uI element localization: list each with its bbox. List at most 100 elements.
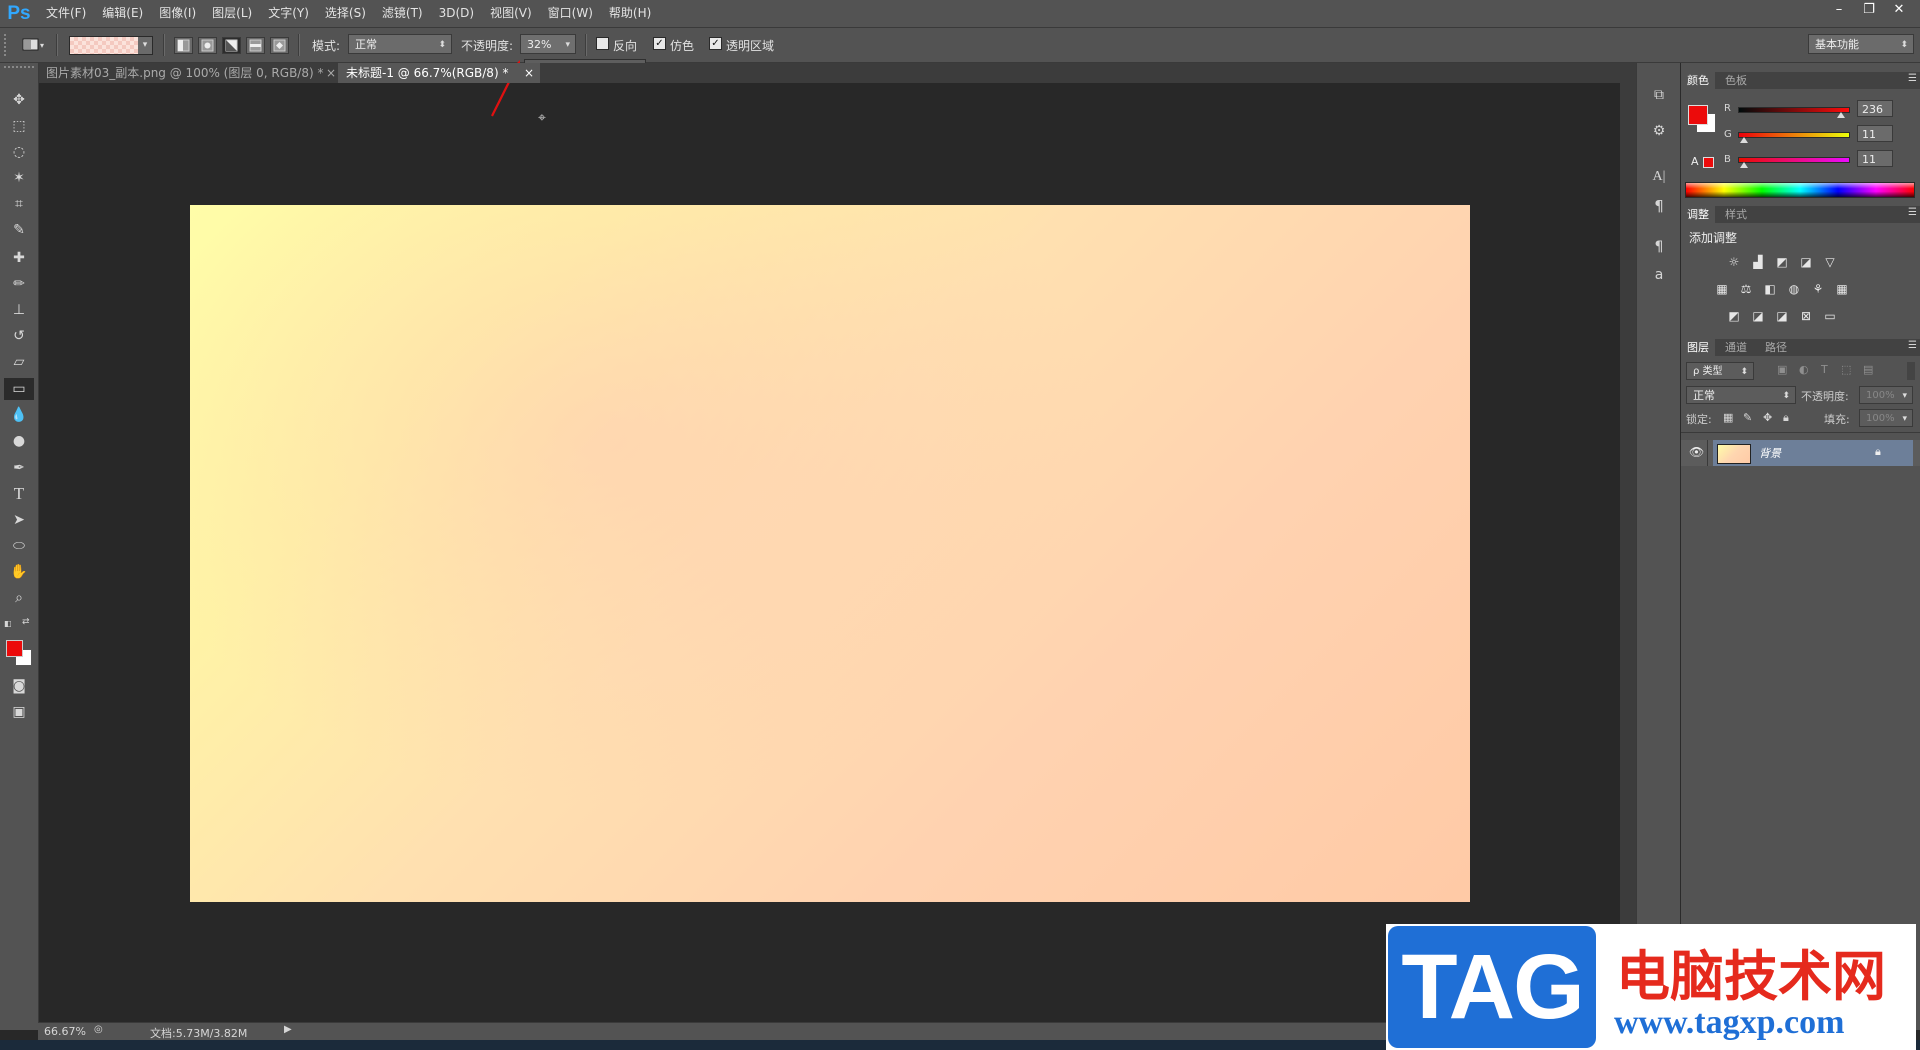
reflected-gradient-button[interactable] <box>246 37 265 54</box>
tab-adjustments[interactable]: 调整 <box>1681 206 1715 223</box>
type-tool-icon[interactable]: T <box>4 483 34 505</box>
channel-mixer-icon[interactable]: ⚘ <box>1810 282 1826 296</box>
tab-close-icon[interactable]: × <box>326 63 336 83</box>
panel-menu-icon[interactable]: ☰ <box>1908 207 1917 218</box>
tab-swatches[interactable]: 色板 <box>1719 72 1753 89</box>
hand-tool-icon[interactable]: ✋ <box>4 561 34 583</box>
filter-toggle[interactable] <box>1907 362 1915 380</box>
vibrance-icon[interactable]: ▽ <box>1822 255 1838 269</box>
menu-file[interactable]: 文件(F) <box>38 0 94 27</box>
hue-saturation-icon[interactable]: ▦ <box>1714 282 1730 296</box>
gradient-map-icon[interactable]: ▭ <box>1822 309 1838 323</box>
color-spectrum-bar[interactable] <box>1685 182 1915 198</box>
fill-input[interactable]: 100% ▾ <box>1859 409 1913 427</box>
quick-mask-icon[interactable]: ◙ <box>4 675 34 697</box>
photo-filter-icon[interactable]: ◍ <box>1786 282 1802 296</box>
blend-mode-dropdown[interactable]: 正常 ⬍ <box>1686 386 1796 404</box>
menu-filter[interactable]: 滤镜(T) <box>374 0 431 27</box>
tab-color[interactable]: 颜色 <box>1681 72 1715 89</box>
lock-image-icon[interactable]: ✎ <box>1743 411 1752 424</box>
posterize-icon[interactable]: ◪ <box>1750 309 1766 323</box>
character-style-icon[interactable]: a <box>1647 267 1671 287</box>
history-panel-icon[interactable]: ⧉ <box>1647 87 1671 107</box>
dodge-tool-icon[interactable]: ● <box>4 430 34 452</box>
layer-name[interactable]: 背景 <box>1759 445 1781 461</box>
zoom-tool-icon[interactable]: ⌕ <box>4 587 34 609</box>
blue-slider-thumb[interactable] <box>1739 162 1748 168</box>
ellipse-tool-icon[interactable]: ⬭ <box>4 535 34 557</box>
filter-type-icon[interactable]: T <box>1821 363 1828 376</box>
lock-all-icon[interactable]: 🔒︎ <box>1783 411 1789 425</box>
marquee-tool-icon[interactable]: ⬚ <box>4 115 34 137</box>
selective-color-icon[interactable]: ⊠ <box>1798 309 1814 323</box>
mode-dropdown[interactable]: 正常 ⬍ <box>348 34 452 54</box>
panel-menu-icon[interactable]: ☰ <box>1908 73 1917 84</box>
close-button[interactable]: ✕ <box>1884 0 1914 20</box>
reverse-checkbox[interactable] <box>596 37 609 50</box>
levels-icon[interactable]: ▟ <box>1750 255 1766 269</box>
tab-close-icon[interactable]: × <box>524 63 534 83</box>
foreground-color-swatch[interactable] <box>6 640 23 657</box>
transparency-checkbox[interactable]: ✓ <box>709 37 722 50</box>
magic-wand-tool-icon[interactable]: ✶ <box>4 167 34 189</box>
tab-styles[interactable]: 样式 <box>1719 206 1753 223</box>
lasso-tool-icon[interactable]: ◌ <box>4 141 34 163</box>
color-panel-foreground-swatch[interactable] <box>1688 105 1708 125</box>
move-tool-icon[interactable]: ✥ <box>4 89 34 111</box>
dither-checkbox[interactable]: ✓ <box>653 37 666 50</box>
gradient-tool-icon[interactable]: ▭ <box>4 378 34 400</box>
healing-brush-tool-icon[interactable]: ✚ <box>4 247 34 269</box>
blue-value[interactable]: 11 <box>1857 150 1893 167</box>
swap-colors-icon[interactable]: ⇄ <box>22 617 32 627</box>
path-selection-tool-icon[interactable]: ➤ <box>4 509 34 531</box>
green-value[interactable]: 11 <box>1857 125 1893 142</box>
properties-panel-icon[interactable]: ⚙ <box>1647 123 1671 143</box>
green-slider-thumb[interactable] <box>1739 137 1748 143</box>
stamp-tool-icon[interactable]: ⊥ <box>4 299 34 321</box>
menu-help[interactable]: 帮助(H) <box>601 0 659 27</box>
menu-edit[interactable]: 编辑(E) <box>94 0 151 27</box>
crop-tool-icon[interactable]: ⌗ <box>4 193 34 215</box>
play-icon[interactable]: ▶ <box>284 1024 292 1035</box>
filter-smart-object-icon[interactable]: ▤ <box>1863 363 1873 376</box>
color-balance-icon[interactable]: ⚖ <box>1738 282 1754 296</box>
tab-paths[interactable]: 路径 <box>1759 339 1793 356</box>
threshold-icon[interactable]: ◪ <box>1774 309 1790 323</box>
tab-document-1[interactable]: 图片素材03_副本.png @ 100% (图层 0, RGB/8) * × <box>38 63 343 83</box>
eye-icon[interactable]: 👁︎ <box>1689 445 1704 459</box>
paragraph-panel-icon[interactable]: ¶ <box>1647 197 1671 217</box>
tab-layers[interactable]: 图层 <box>1681 339 1715 356</box>
paragraph-style-icon[interactable]: ¶ <box>1647 239 1671 259</box>
filter-shape-icon[interactable]: ⬚ <box>1841 363 1851 376</box>
menu-3d[interactable]: 3D(D) <box>431 0 482 27</box>
tool-preset-picker[interactable]: ▾ <box>22 36 46 53</box>
black-white-icon[interactable]: ◧ <box>1762 282 1778 296</box>
gradient-picker[interactable]: ▾ <box>69 36 153 55</box>
screen-mode-icon[interactable]: ▣ <box>4 701 34 723</box>
angle-gradient-button[interactable] <box>222 37 241 54</box>
red-slider-thumb[interactable] <box>1836 112 1845 118</box>
panel-menu-icon[interactable]: ☰ <box>1908 340 1917 351</box>
character-panel-icon[interactable]: A| <box>1647 169 1671 189</box>
eraser-tool-icon[interactable]: ▱ <box>4 351 34 373</box>
vertical-scrollbar[interactable] <box>1620 83 1636 1022</box>
eyedropper-tool-icon[interactable]: ✎ <box>4 219 34 241</box>
invert-icon[interactable]: ◩ <box>1726 309 1742 323</box>
tab-channels[interactable]: 通道 <box>1719 339 1753 356</box>
radial-gradient-button[interactable] <box>198 37 217 54</box>
workspace-dropdown[interactable]: 基本功能 ⬍ <box>1808 34 1914 54</box>
gamut-swatch[interactable] <box>1703 157 1714 168</box>
green-slider[interactable] <box>1738 132 1850 143</box>
filter-pixel-icon[interactable]: ▣ <box>1777 363 1787 376</box>
blue-slider[interactable] <box>1738 157 1850 168</box>
menu-image[interactable]: 图像(I) <box>151 0 204 27</box>
lock-transparent-icon[interactable]: ▦ <box>1723 411 1733 424</box>
restore-button[interactable]: ❐ <box>1854 0 1884 20</box>
zoom-level[interactable]: 66.67% <box>44 1025 86 1038</box>
menu-layer[interactable]: 图层(L) <box>204 0 260 27</box>
menu-window[interactable]: 窗口(W) <box>540 0 601 27</box>
curves-icon[interactable]: ◩ <box>1774 255 1790 269</box>
status-menu-icon[interactable]: ◎ <box>94 1024 103 1035</box>
linear-gradient-button[interactable] <box>174 37 193 54</box>
lock-position-icon[interactable]: ✥ <box>1763 411 1772 424</box>
